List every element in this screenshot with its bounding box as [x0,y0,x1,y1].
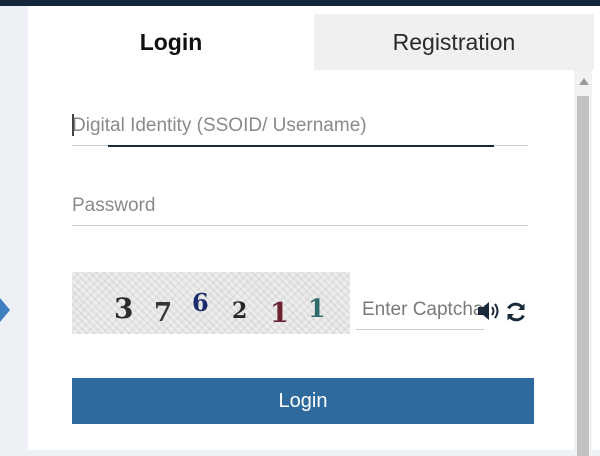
speaker-icon[interactable] [476,300,502,327]
tab-registration[interactable]: Registration [314,14,594,70]
login-panel: Login Registration 3 7 6 2 1 1 Login [28,6,600,456]
ssoid-focus-underline [108,145,494,147]
carousel-arrow-icon[interactable] [0,298,10,322]
scroll-thumb[interactable] [577,96,589,456]
tab-login-label: Login [139,28,203,55]
captcha-digit: 6 [192,288,209,317]
captcha-digit: 1 [270,298,289,329]
auth-tabs: Login Registration [28,14,594,70]
scroll-up-icon[interactable] [579,78,589,85]
login-button[interactable]: Login [72,378,534,424]
text-caret [72,114,74,136]
ssoid-input[interactable] [72,106,528,146]
captcha-image: 3 7 6 2 1 1 [72,272,350,334]
captcha-digit: 2 [232,298,248,324]
password-input[interactable] [72,186,528,226]
scrollbar[interactable] [574,70,592,456]
captcha-digit: 3 [114,292,134,325]
captcha-input[interactable] [356,290,484,330]
tab-login[interactable]: Login [28,14,314,70]
captcha-digit: 7 [154,298,173,328]
captcha-digit: 1 [308,294,326,323]
refresh-icon[interactable] [504,300,528,329]
tab-registration-label: Registration [392,28,516,55]
